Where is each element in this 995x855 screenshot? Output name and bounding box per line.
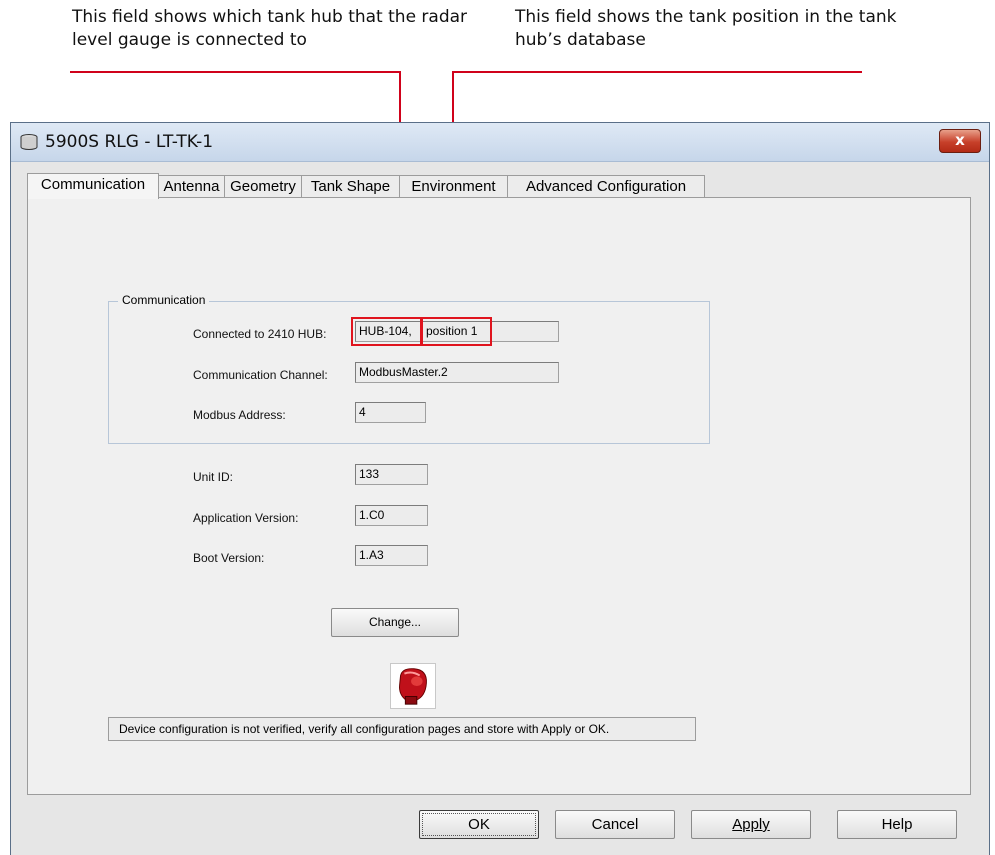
cancel-button[interactable]: Cancel [555,810,675,839]
unit-id-label: Unit ID: [193,470,234,484]
tab-communication[interactable]: Communication [27,173,159,199]
title-bar[interactable]: 5900S RLG - LT-TK-1 x [11,123,989,162]
modbus-address-field: 4 [355,402,426,423]
hub-highlight [351,317,422,346]
position-highlight [421,317,492,346]
close-icon: x [955,131,965,149]
callout-position-text: This field shows the tank position in th… [515,7,897,50]
unit-id-field: 133 [355,464,428,485]
application-version-field: 1.C0 [355,505,428,526]
dialog-window: 5900S RLG - LT-TK-1 x Communication Ante… [10,122,990,855]
modbus-address-label: Modbus Address: [193,408,286,422]
tank-icon [20,134,38,150]
callout-right-underline [452,71,862,73]
ok-button[interactable]: OK [419,810,539,839]
boot-version-field: 1.A3 [355,545,428,566]
tab-antenna[interactable]: Antenna [158,175,225,197]
callout-hub-text: This field shows which tank hub that the… [72,7,468,50]
tab-environment[interactable]: Environment [399,175,508,197]
tab-advanced-configuration[interactable]: Advanced Configuration [507,175,705,197]
application-version-label: Application Version: [193,511,299,525]
tab-tank-shape[interactable]: Tank Shape [301,175,400,197]
status-message: Device configuration is not verified, ve… [108,717,696,741]
apply-button[interactable]: Apply [691,810,811,839]
close-button[interactable]: x [939,129,981,153]
channel-label: Communication Channel: [193,368,328,382]
channel-field: ModbusMaster.2 [355,362,559,383]
communication-panel: Communication Connected to 2410 HUB: HUB… [27,197,971,795]
boot-version-label: Boot Version: [193,551,265,565]
tab-geometry[interactable]: Geometry [224,175,302,197]
callout-left-underline [70,71,400,73]
hub-label: Connected to 2410 HUB: [193,327,327,341]
help-button[interactable]: Help [837,810,957,839]
boxing-glove-icon [390,663,436,709]
communication-group-label: Communication [118,293,210,307]
change-button[interactable]: Change... [331,608,459,637]
window-title: 5900S RLG - LT-TK-1 [45,132,214,152]
